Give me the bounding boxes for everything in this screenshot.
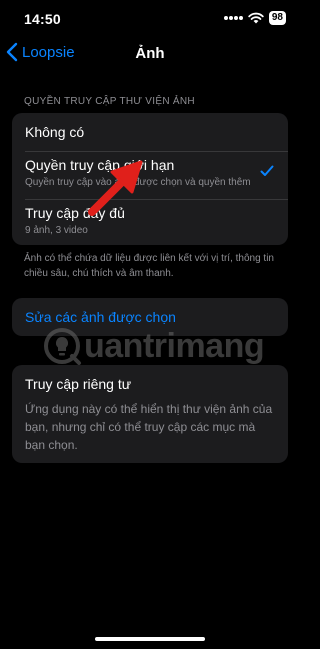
option-title: Truy cập đầy đủ xyxy=(25,205,125,221)
option-title: Quyền truy cập giới hạn xyxy=(25,157,175,173)
navigation-bar: Loopsie Ảnh xyxy=(0,38,300,68)
private-access-description: Ứng dụng này có thể hiển thị thư viện ản… xyxy=(25,402,273,452)
edit-selected-photos-button[interactable]: Sửa các ảnh được chọn xyxy=(25,309,176,325)
page-title: Ảnh xyxy=(135,45,165,62)
private-access-card: Truy cập riêng tư Ứng dụng này có thể hi… xyxy=(12,365,288,463)
signal-dots-icon xyxy=(223,16,243,20)
wifi-icon xyxy=(248,12,264,24)
watermark-text: uantrimang xyxy=(84,326,265,365)
battery-indicator: 98 xyxy=(268,11,286,25)
status-bar: 14:50 98 xyxy=(0,0,300,38)
checkmark-icon xyxy=(260,165,274,176)
option-full-access[interactable]: Truy cập đầy đủ 9 ảnh, 3 video xyxy=(12,199,288,245)
photo-access-options: Không có Quyền truy cập giới hạn Quyền t… xyxy=(12,113,288,245)
option-title: Không có xyxy=(25,124,85,140)
option-limited-access[interactable]: Quyền truy cập giới hạn Quyền truy cập v… xyxy=(12,151,288,199)
section-header: QUYỀN TRUY CẬP THƯ VIỆN ẢNH xyxy=(24,96,195,107)
home-indicator[interactable] xyxy=(95,637,205,641)
option-none[interactable]: Không có xyxy=(12,113,288,151)
status-icons: 98 xyxy=(223,11,286,25)
watermark-logo-icon xyxy=(44,328,81,365)
option-subtitle: Quyền truy cập vào ảnh được chọn và quyề… xyxy=(25,177,251,188)
private-access-title: Truy cập riêng tư xyxy=(25,376,132,392)
watermark: uantrimang xyxy=(42,326,265,366)
option-subtitle: 9 ảnh, 3 video xyxy=(25,225,88,236)
status-time: 14:50 xyxy=(24,11,61,27)
photo-access-footnote: Ảnh có thể chứa dữ liệu được liên kết vớ… xyxy=(24,253,274,279)
